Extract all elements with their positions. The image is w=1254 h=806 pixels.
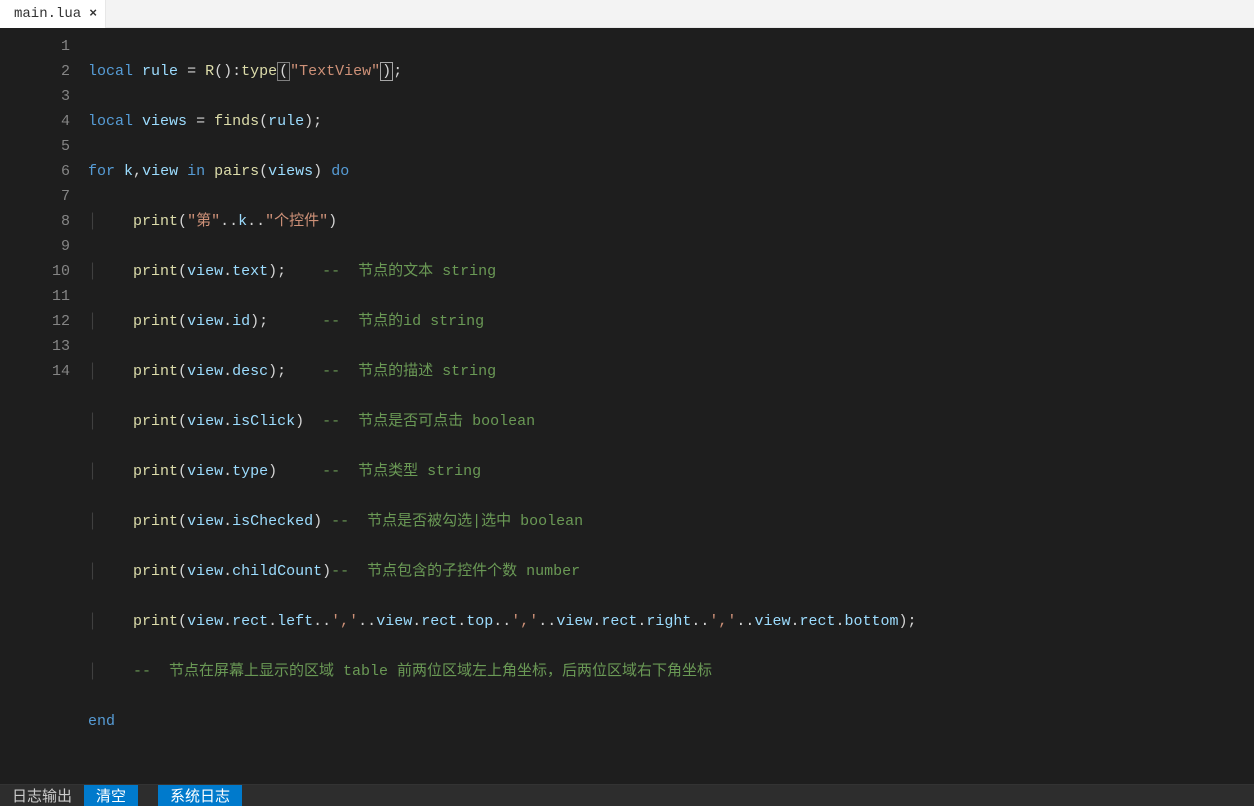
- file-tab[interactable]: main.lua ×: [0, 0, 106, 28]
- line-number: 14: [0, 359, 70, 384]
- code-line: for k,view in pairs(views) do: [88, 159, 1254, 184]
- code-line: local rule = R():type("TextView");: [88, 59, 1254, 84]
- line-number: 4: [0, 109, 70, 134]
- tab-bar: main.lua ×: [0, 0, 1254, 28]
- line-number: 11: [0, 284, 70, 309]
- code-line: │ print(view.type) -- 节点类型 string: [88, 459, 1254, 484]
- code-editor[interactable]: 1 2 3 4 5 6 7 8 9 10 11 12 13 14 local r…: [0, 28, 1254, 784]
- line-number: 12: [0, 309, 70, 334]
- code-content[interactable]: local rule = R():type("TextView"); local…: [88, 28, 1254, 784]
- code-line: end: [88, 709, 1254, 734]
- clear-button[interactable]: 清空: [84, 785, 138, 806]
- line-number-gutter: 1 2 3 4 5 6 7 8 9 10 11 12 13 14: [0, 28, 88, 784]
- code-line: │ print(view.childCount)-- 节点包含的子控件个数 nu…: [88, 559, 1254, 584]
- code-line: │ print(view.isChecked) -- 节点是否被勾选|选中 bo…: [88, 509, 1254, 534]
- line-number: 10: [0, 259, 70, 284]
- tab-filename: main.lua: [14, 6, 81, 22]
- line-number: 9: [0, 234, 70, 259]
- log-toolbar: 日志输出 清空 系统日志: [0, 784, 1254, 806]
- code-line: │ -- 节点在屏幕上显示的区域 table 前两位区域左上角坐标，后两位区域右…: [88, 659, 1254, 684]
- line-number: 3: [0, 84, 70, 109]
- line-number: 1: [0, 34, 70, 59]
- code-line: │ print(view.isClick) -- 节点是否可点击 boolean: [88, 409, 1254, 434]
- code-line: │ print(view.desc); -- 节点的描述 string: [88, 359, 1254, 384]
- close-icon[interactable]: ×: [89, 7, 97, 20]
- code-line: │ print(view.id); -- 节点的id string: [88, 309, 1254, 334]
- log-output-tab[interactable]: 日志输出: [0, 785, 84, 806]
- line-number: 6: [0, 159, 70, 184]
- line-number: 2: [0, 59, 70, 84]
- code-line: │ print(view.rect.left..','..view.rect.t…: [88, 609, 1254, 634]
- code-line: local views = finds(rule);: [88, 109, 1254, 134]
- system-log-tab[interactable]: 系统日志: [158, 785, 242, 806]
- line-number: 5: [0, 134, 70, 159]
- toolbar-spacer: [138, 785, 158, 806]
- line-number: 8: [0, 209, 70, 234]
- code-line: │ print("第"..k.."个控件"): [88, 209, 1254, 234]
- line-number: 13: [0, 334, 70, 359]
- line-number: 7: [0, 184, 70, 209]
- code-line: │ print(view.text); -- 节点的文本 string: [88, 259, 1254, 284]
